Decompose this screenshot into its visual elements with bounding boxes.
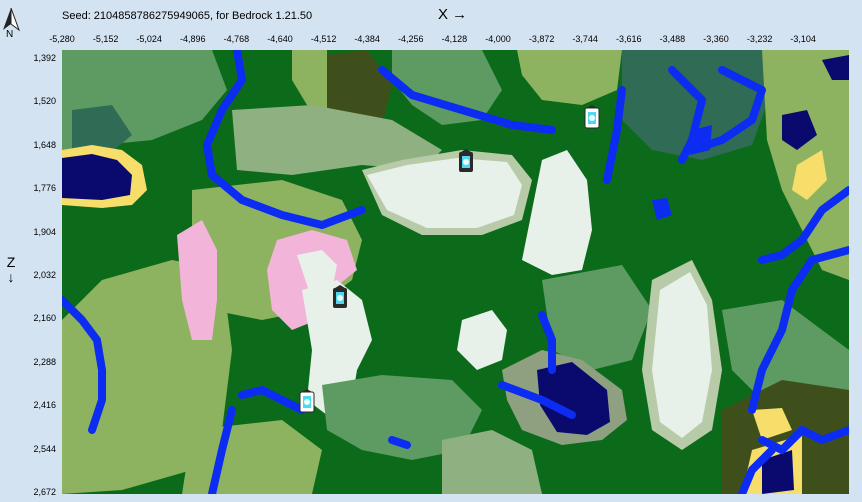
x-tick-label: -4,640 <box>267 34 293 44</box>
x-axis-ticks: -5,280 -5,152 -5,024 -4,896 -4,768 -4,640 -4,5… <box>0 34 862 48</box>
x-tick-label: -3,744 <box>572 34 598 44</box>
x-tick-label: -4,384 <box>354 34 380 44</box>
z-tick-label: 2,288 <box>33 356 56 367</box>
z-tick-label: 1,520 <box>33 96 56 107</box>
z-tick-label: 1,776 <box>33 183 56 194</box>
x-tick-label: -3,104 <box>790 34 816 44</box>
x-tick-label: -4,512 <box>310 34 337 44</box>
z-axis-ticks: 1,392 1,520 1,648 1,776 1,904 2,032 2,160 2,288… <box>0 0 60 502</box>
x-tick-label: -3,872 <box>528 34 555 44</box>
river <box>388 436 411 449</box>
z-tick-label: 2,160 <box>33 313 56 324</box>
z-tick-label: 1,648 <box>33 139 56 150</box>
x-tick-label: -4,896 <box>180 34 206 44</box>
x-tick-label: -4,256 <box>398 34 424 44</box>
x-axis-label: X → <box>438 6 468 23</box>
z-tick-label: 1,904 <box>33 226 56 237</box>
x-tick-label: -4,768 <box>223 34 250 44</box>
trail-ruins-marker[interactable] <box>584 105 600 129</box>
x-tick-label: -4,000 <box>485 34 511 44</box>
seed-label: Seed: 2104858786275949065, for Bedrock 1… <box>62 10 313 22</box>
trail-ruins-marker[interactable] <box>459 149 473 172</box>
trail-ruins-marker[interactable] <box>299 389 315 413</box>
x-tick-label: -3,616 <box>616 34 642 44</box>
x-tick-label: -3,360 <box>703 34 729 44</box>
x-tick-label: -4,128 <box>441 34 468 44</box>
z-tick-label: 2,032 <box>33 270 56 280</box>
x-tick-label: -5,024 <box>136 34 162 44</box>
trail-ruins-marker[interactable] <box>333 285 347 308</box>
z-tick-label: 2,544 <box>33 443 56 454</box>
biome-map[interactable] <box>62 50 849 494</box>
biome-map-canvas[interactable] <box>62 50 849 494</box>
z-tick-label: 2,416 <box>33 400 56 411</box>
x-tick-label: -3,232 <box>746 34 773 44</box>
x-tick-label: -5,152 <box>92 34 119 44</box>
z-tick-label: 2,672 <box>33 487 56 497</box>
z-tick-label: 1,392 <box>33 53 56 63</box>
x-tick-label: -3,488 <box>659 34 686 44</box>
